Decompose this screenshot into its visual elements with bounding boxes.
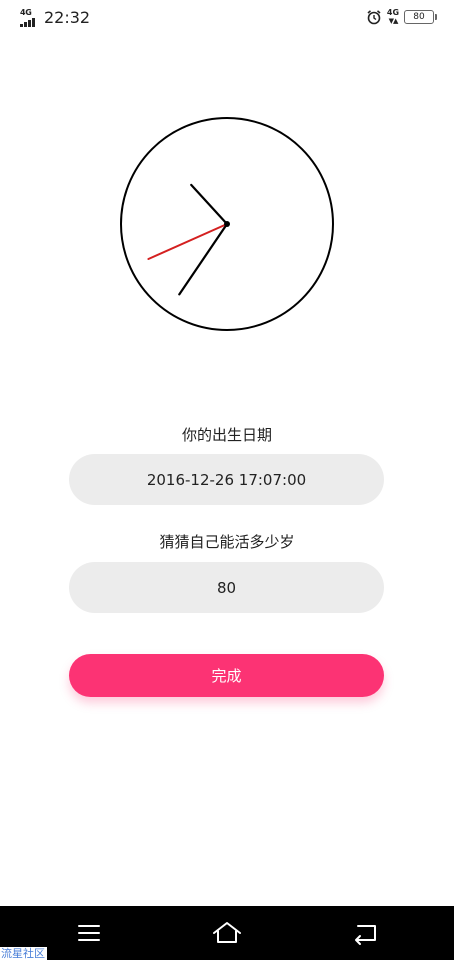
menu-icon[interactable] — [74, 918, 104, 948]
status-right: 4G ▼▲ 80 — [366, 8, 437, 26]
status-time: 22:32 — [44, 8, 91, 27]
alarm-icon — [367, 10, 381, 25]
battery-level: 80 — [413, 12, 425, 22]
status-bar: 4G 22:32 4G ▼▲ 80 — [0, 0, 454, 38]
birth-date-label: 你的出生日期 — [181, 426, 272, 444]
cell-signal-icon: 4G — [20, 8, 40, 28]
network-type-right: 4G — [386, 8, 400, 17]
status-left: 4G 22:32 — [20, 8, 90, 28]
lifespan-label: 猜猜自己能活多少岁 — [159, 533, 295, 551]
home-icon[interactable] — [212, 918, 242, 948]
network-type-left: 4G — [20, 8, 32, 17]
watermark-text: 流星社区 — [0, 947, 47, 960]
lifespan-field[interactable]: 80 — [69, 562, 384, 613]
done-button[interactable]: 完成 — [69, 654, 384, 697]
analog-clock — [120, 117, 334, 331]
mobile-data-icon: 4G ▼▲ — [386, 8, 400, 26]
battery-icon: 80 — [404, 10, 437, 24]
birth-date-field[interactable]: 2016-12-26 17:07:00 — [69, 454, 384, 505]
clock-center-dot — [224, 221, 230, 227]
navigation-bar: 流星社区 — [0, 906, 454, 960]
back-icon[interactable] — [350, 918, 380, 948]
